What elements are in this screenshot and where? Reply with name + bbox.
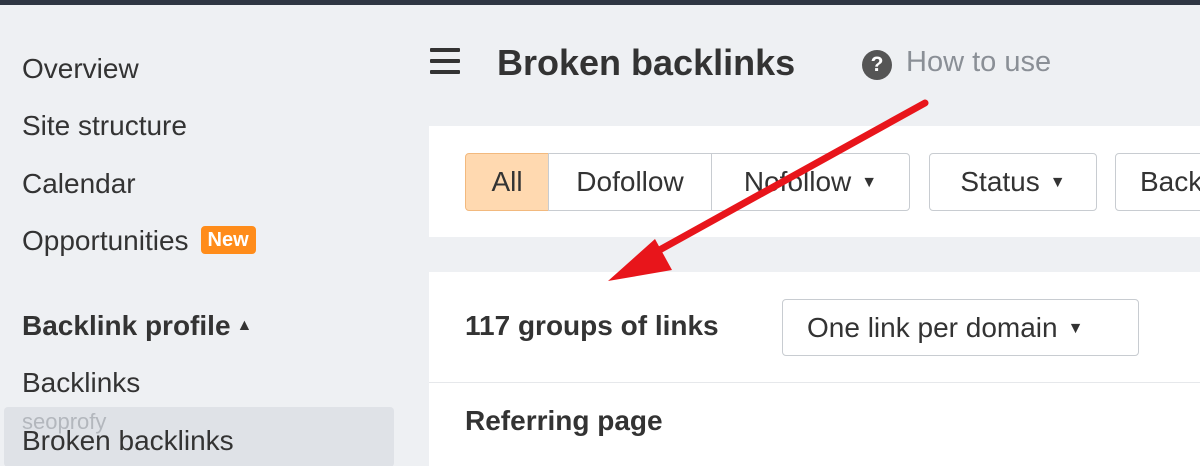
sidebar-item-label: Overview [22, 53, 139, 84]
grouping-select[interactable]: One link per domain ▼ [782, 299, 1139, 356]
page-title: Broken backlinks [497, 42, 796, 83]
hamburger-icon[interactable] [430, 48, 460, 76]
results-count: 117 groups of links [465, 310, 719, 341]
annotation-arrow [608, 99, 929, 281]
sidebar-item-overview[interactable]: Overview [22, 52, 139, 86]
sidebar-item-broken-backlinks[interactable]: Broken backlinks [22, 424, 234, 458]
sidebar-section-backlink-profile[interactable]: Backlink profile ▲ [22, 309, 252, 343]
caret-down-icon: ▼ [1049, 174, 1066, 191]
sidebar-item-site-structure[interactable]: Site structure [22, 109, 187, 143]
caret-down-icon: ▼ [1067, 320, 1084, 337]
how-to-use-link[interactable]: How to use [906, 46, 1051, 79]
help-icon[interactable]: ? [862, 50, 892, 80]
select-value: One link per domain [807, 312, 1058, 343]
sidebar-item-backlinks[interactable]: Backlinks [22, 366, 140, 400]
sidebar-item-label: Broken backlinks [22, 425, 234, 456]
column-header-referring-page[interactable]: Referring page [465, 405, 663, 437]
sidebar-item-opportunities[interactable]: Opportunities New [22, 224, 256, 258]
sidebar-item-label: Site structure [22, 110, 187, 141]
button-label: All [491, 166, 523, 197]
filter-all-button[interactable]: All [465, 153, 549, 211]
caret-up-icon: ▲ [236, 317, 253, 334]
button-label: Back [1140, 166, 1200, 197]
sidebar-item-calendar[interactable]: Calendar [22, 167, 136, 201]
table-divider [429, 382, 1200, 383]
sidebar-item-label: Backlinks [22, 367, 141, 398]
filter-back-dropdown[interactable]: Back [1115, 153, 1200, 211]
filter-status-dropdown[interactable]: Status ▼ [929, 153, 1097, 211]
new-badge: New [200, 226, 256, 254]
sidebar-item-label: Calendar [22, 168, 136, 199]
sidebar-item-label: Opportunities [22, 225, 189, 256]
sidebar-section-label: Backlink profile [22, 310, 231, 341]
button-label: Status [960, 166, 1040, 197]
